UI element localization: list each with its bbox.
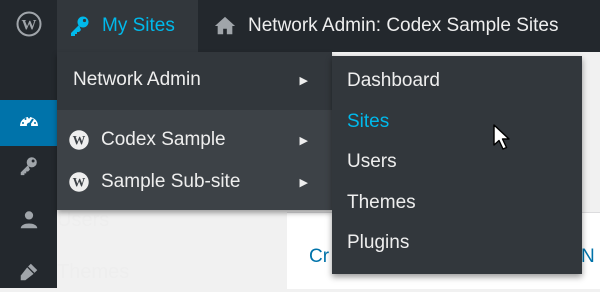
- submenu-item-sites[interactable]: Sites: [347, 111, 389, 133]
- svg-text:W: W: [73, 176, 86, 190]
- chevron-right-icon: ▶: [299, 74, 308, 87]
- content-link-right[interactable]: N: [581, 246, 595, 268]
- network-admin-link[interactable]: Network Admin: Codex Sample Sites: [198, 0, 558, 52]
- wordpress-menu-button[interactable]: W: [0, 0, 57, 52]
- sidebar-item-label: Users: [57, 208, 110, 231]
- create-link[interactable]: Cr: [309, 246, 329, 268]
- menu-item-label: Network Admin: [73, 69, 201, 90]
- menu-item-label: Codex Sample: [101, 129, 226, 150]
- chevron-right-icon: ▶: [299, 176, 308, 189]
- submenu-item-users[interactable]: Users: [347, 151, 397, 173]
- chevron-right-icon: ▶: [299, 134, 308, 147]
- my-sites-menu[interactable]: My Sites: [57, 0, 198, 52]
- submenu-item-dashboard[interactable]: Dashboard: [347, 70, 440, 92]
- network-admin-submenu: Dashboard Sites Users Themes Plugins: [332, 56, 582, 274]
- admin-sidebar: Users Themes: [0, 52, 129, 288]
- wordpress-site-icon: W: [68, 129, 90, 151]
- network-admin-title: Network Admin: Codex Sample Sites: [248, 15, 559, 36]
- key-icon: [68, 14, 92, 38]
- menu-item-label: Sample Sub-site: [101, 171, 241, 192]
- sidebar-item-dashboard[interactable]: [0, 100, 57, 146]
- my-sites-list: W Codex Sample ▶ W Sample Sub-site ▶: [57, 110, 332, 210]
- menu-item-network-admin[interactable]: Network Admin ▶: [57, 60, 332, 100]
- wordpress-site-icon: W: [68, 171, 90, 193]
- wordpress-logo-icon: W: [16, 11, 42, 42]
- menu-item-codex-sample[interactable]: W Codex Sample ▶: [57, 120, 332, 160]
- themes-icon: [0, 261, 57, 283]
- menu-item-sample-sub-site[interactable]: W Sample Sub-site ▶: [57, 162, 332, 202]
- sidebar-item-label: Themes: [57, 260, 130, 283]
- submenu-item-plugins[interactable]: Plugins: [347, 232, 409, 254]
- users-icon: [0, 209, 57, 231]
- sidebar-item-themes[interactable]: Themes: [0, 252, 250, 292]
- my-sites-label: My Sites: [102, 15, 175, 36]
- svg-text:W: W: [73, 134, 86, 148]
- admin-bar: W My Sites Network Admin: Codex Sample S…: [0, 0, 600, 52]
- mouse-cursor-icon: [493, 124, 511, 157]
- my-sites-dropdown: Network Admin ▶ W Codex Sample ▶ W Sampl…: [57, 52, 332, 210]
- svg-text:W: W: [21, 17, 36, 33]
- key-icon: [0, 155, 57, 177]
- dashboard-icon: [17, 109, 41, 138]
- submenu-item-themes[interactable]: Themes: [347, 192, 416, 214]
- home-icon: [214, 15, 236, 37]
